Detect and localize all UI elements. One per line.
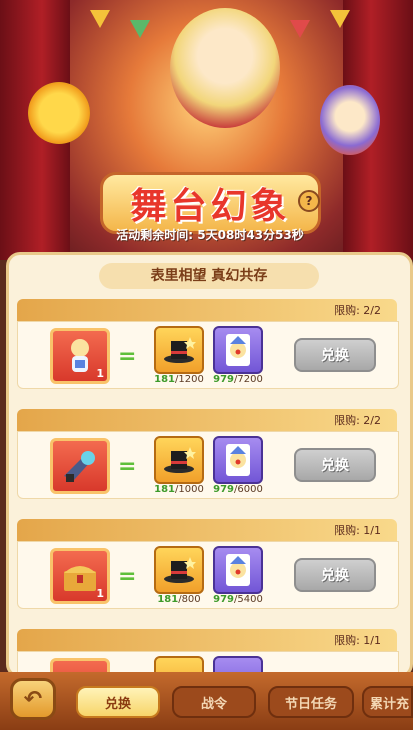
exchange-panel: 表里相望 真幻共存 限购: 2/2 1 = 181/1200 979/7200 … bbox=[6, 252, 413, 678]
tab-cumulative-recharge[interactable]: 累计充 bbox=[362, 686, 413, 718]
card-body: 1 = 181/800 979/5400 兑换 bbox=[17, 541, 399, 609]
card-body: = 181/1000 979/6000 兑换 bbox=[17, 431, 399, 499]
exchange-card: 限购: 1/1 1 = 181/800 979/5400 兑换 bbox=[17, 519, 399, 609]
exchange-card: 限购: 2/2 1 = 181/1200 979/7200 兑换 bbox=[17, 299, 399, 389]
hero-quality: 1 bbox=[96, 587, 104, 600]
purchase-limit: 限购: 2/2 bbox=[334, 414, 381, 427]
magic-hat-token-icon[interactable] bbox=[154, 326, 204, 374]
purchase-limit: 限购: 1/1 bbox=[334, 524, 381, 537]
pennant-icon bbox=[90, 10, 110, 28]
card-header: 限购: 2/2 bbox=[17, 299, 397, 321]
clown-mascot-character-icon bbox=[320, 85, 380, 155]
clown-card-token-icon[interactable] bbox=[213, 546, 263, 594]
card-header: 限购: 2/2 bbox=[17, 409, 397, 431]
card-header: 限购: 1/1 bbox=[17, 519, 397, 541]
clown-girl-character-icon bbox=[170, 8, 280, 128]
purchase-limit: 限购: 1/1 bbox=[334, 634, 381, 647]
tab-exchange[interactable]: 兑换 bbox=[76, 686, 160, 718]
panel-subtitle: 表里相望 真幻共存 bbox=[99, 263, 319, 289]
hero-quality: 1 bbox=[96, 367, 104, 380]
pennant-icon bbox=[130, 20, 150, 38]
tab-battle-pass[interactable]: 战令 bbox=[172, 686, 256, 718]
pennant-icon bbox=[290, 20, 310, 38]
card-body: 1 = 181/1200 979/7200 兑换 bbox=[17, 321, 399, 389]
equals-icon: = bbox=[118, 344, 137, 369]
timer-value: 5天08时43分53秒 bbox=[197, 228, 304, 242]
hero-reward-icon[interactable]: 1 bbox=[50, 328, 110, 384]
magic-hat-token-icon[interactable] bbox=[154, 436, 204, 484]
weapon-reward-icon[interactable] bbox=[50, 438, 110, 494]
sunflower-character-icon bbox=[28, 82, 90, 144]
clown-card-token-icon[interactable] bbox=[213, 326, 263, 374]
tab-festival-tasks[interactable]: 节日任务 bbox=[268, 686, 354, 718]
card-header: 限购: 1/1 bbox=[17, 629, 397, 651]
exchange-button[interactable]: 兑换 bbox=[294, 558, 376, 592]
treasure-chest-reward-icon[interactable]: 1 bbox=[50, 548, 110, 604]
event-title: 舞台幻象 bbox=[130, 186, 291, 227]
clown-card-token-icon[interactable] bbox=[213, 436, 263, 484]
equals-icon: = bbox=[118, 454, 137, 479]
event-timer: 活动剩余时间: 5天08时43分53秒 bbox=[110, 226, 310, 243]
exchange-button[interactable]: 兑换 bbox=[294, 338, 376, 372]
back-arrow-icon[interactable]: ↶ bbox=[10, 678, 56, 720]
event-title-plate: 舞台幻象 bbox=[100, 172, 321, 234]
equals-icon: = bbox=[118, 564, 137, 589]
purple-token-count: 979/5400 bbox=[213, 594, 263, 605]
purple-token-count: 979/6000 bbox=[213, 484, 263, 495]
purchase-limit: 限购: 2/2 bbox=[334, 304, 381, 317]
exchange-button[interactable]: 兑换 bbox=[294, 448, 376, 482]
exchange-card: 限购: 2/2 = 181/1000 979/6000 兑换 bbox=[17, 409, 399, 499]
help-icon[interactable]: ? bbox=[298, 190, 320, 212]
magic-hat-token-icon[interactable] bbox=[154, 546, 204, 594]
pennant-icon bbox=[330, 10, 350, 28]
exchange-card: 限购: 1/1 bbox=[17, 629, 399, 675]
timer-label: 活动剩余时间: bbox=[116, 228, 194, 242]
purple-token-count: 979/7200 bbox=[213, 374, 263, 385]
